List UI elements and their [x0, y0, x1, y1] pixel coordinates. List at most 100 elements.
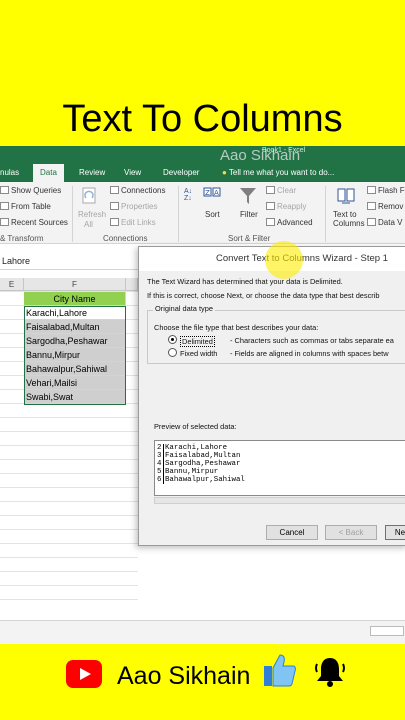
- tab-formulas[interactable]: nulas: [0, 164, 19, 182]
- fixed-width-description: - Fields are aligned in columns with spa…: [230, 349, 389, 358]
- preview-row-number: 6: [157, 476, 164, 484]
- dialog-line-2: If this is correct, choose Next, or choo…: [147, 291, 380, 300]
- svg-text:Z: Z: [205, 189, 210, 197]
- show-queries-label: Show Queries: [11, 186, 62, 195]
- edit-links-icon: [110, 218, 119, 226]
- flash-fill-label: Flash F: [378, 186, 405, 195]
- tab-review[interactable]: Review: [79, 164, 105, 182]
- preview-row-number: 3: [157, 452, 164, 460]
- columns-label: Columns: [333, 219, 365, 228]
- next-button[interactable]: Ne: [385, 525, 405, 540]
- clear-button[interactable]: Clear: [266, 186, 296, 195]
- preview-row: 2 Karachi,Lahore: [157, 444, 227, 452]
- remove-duplicates-icon: [367, 202, 376, 210]
- data-validation-button[interactable]: Data V: [367, 218, 402, 227]
- tab-data[interactable]: Data: [33, 164, 64, 182]
- preview-label: Preview of selected data:: [154, 422, 237, 431]
- tell-me-search[interactable]: ● Tell me what you want to do...: [222, 164, 334, 182]
- delimited-label[interactable]: Delimited: [180, 336, 215, 347]
- city-name-header-cell[interactable]: City Name: [24, 292, 126, 306]
- preview-horizontal-scrollbar[interactable]: [154, 497, 405, 504]
- selection-outline: [24, 306, 126, 405]
- sort-button[interactable]: Sort: [205, 210, 220, 219]
- ribbon-separator: [325, 186, 326, 242]
- youtube-icon: [66, 660, 102, 688]
- ribbon-separator: [72, 186, 73, 242]
- recent-sources-label: Recent Sources: [11, 218, 68, 227]
- advanced-icon: [266, 218, 275, 226]
- preview-row-number: 5: [157, 468, 164, 476]
- table-icon: [0, 202, 9, 210]
- clear-icon: [266, 186, 275, 194]
- show-queries-button[interactable]: Show Queries: [0, 186, 61, 195]
- preview-row: 4 Sargodha,Peshawar: [157, 460, 240, 468]
- advanced-label: Advanced: [277, 218, 313, 227]
- svg-text:A: A: [214, 189, 219, 197]
- refresh-all-button[interactable]: Refresh: [78, 210, 106, 219]
- reapply-label: Reapply: [277, 202, 307, 211]
- text-to-columns-dialog: Convert Text to Columns Wizard - Step 1 …: [138, 241, 405, 546]
- sort-az-button[interactable]: A↓ Z↓: [184, 188, 192, 202]
- column-header-g[interactable]: [126, 278, 138, 291]
- advanced-button[interactable]: Advanced: [266, 218, 313, 227]
- refresh-all-dropdown[interactable]: All: [84, 220, 93, 229]
- filter-button[interactable]: Filter: [240, 210, 258, 219]
- ribbon: Show Queries From Table Recent Sources &…: [0, 182, 405, 244]
- refresh-all-icon: [82, 187, 96, 204]
- remove-duplicates-button[interactable]: Remov: [367, 202, 403, 211]
- properties-icon: [110, 202, 119, 210]
- reapply-icon: [266, 202, 275, 210]
- group-sort-filter: Sort & Filter: [228, 234, 271, 243]
- fixed-width-label[interactable]: Fixed width: [180, 349, 217, 358]
- original-data-type-label: Original data type: [153, 304, 215, 313]
- bell-icon: [315, 658, 345, 687]
- delimited-description: - Characters such as commas or tabs sepa…: [230, 336, 394, 345]
- connections-button[interactable]: Connections: [110, 186, 165, 195]
- text-to-columns-icon: [337, 188, 355, 204]
- tab-developer[interactable]: Developer: [163, 164, 199, 182]
- reapply-button[interactable]: Reapply: [266, 202, 306, 211]
- recent-sources-button[interactable]: Recent Sources: [0, 218, 68, 227]
- group-get-transform: & Transform: [0, 234, 44, 243]
- preview-row: 3 Faisalabad,Multan: [157, 452, 240, 460]
- preview-row-number: 4: [157, 460, 164, 468]
- channel-name: Aao Sikhain: [117, 662, 251, 690]
- horizontal-scrollbar[interactable]: [370, 626, 404, 636]
- group-connections: Connections: [103, 234, 148, 243]
- back-button[interactable]: < Back: [325, 525, 377, 540]
- tab-view[interactable]: View: [124, 164, 141, 182]
- connections-icon: [110, 186, 119, 194]
- data-validation-label: Data V: [378, 218, 403, 227]
- column-header-e[interactable]: E: [0, 278, 24, 291]
- preview-row-text: Sargodha,Peshawar: [165, 460, 241, 468]
- preview-row: 6 Bahawalpur,Sahiwal: [157, 476, 245, 484]
- edit-links-button[interactable]: Edit Links: [110, 218, 156, 227]
- excel-window: Book1 - Excel Aao Sikhain nulas Data Rev…: [0, 146, 405, 644]
- dialog-line-1: The Text Wizard has determined that your…: [147, 277, 343, 286]
- from-table-button[interactable]: From Table: [0, 202, 51, 211]
- cancel-button[interactable]: Cancel: [266, 525, 318, 540]
- cursor-highlight: [265, 241, 303, 279]
- filter-icon: [240, 188, 256, 204]
- flash-fill-button[interactable]: Flash F: [367, 186, 405, 195]
- original-data-type-group: Original data type Choose the file type …: [147, 304, 405, 364]
- preview-row-text: Faisalabad,Multan: [165, 452, 241, 460]
- column-header-f[interactable]: F: [24, 278, 126, 291]
- preview-row-text: Bannu,Mirpur: [165, 468, 219, 476]
- thumbs-up-icon: [264, 654, 296, 687]
- recent-sources-icon: [0, 218, 9, 226]
- ribbon-tabs: Book1 - Excel Aao Sikhain nulas Data Rev…: [0, 146, 405, 182]
- properties-label: Properties: [121, 202, 158, 211]
- preview-row-text: Karachi,Lahore: [165, 444, 228, 452]
- text-to-columns-button[interactable]: Text to Columns: [333, 210, 365, 228]
- clear-label: Clear: [277, 186, 297, 195]
- delimited-radio[interactable]: [168, 335, 177, 344]
- fixed-width-radio[interactable]: [168, 348, 177, 357]
- sort-icon: ZA: [203, 187, 221, 197]
- status-bar: [0, 620, 405, 644]
- text-to-label: Text to: [333, 210, 357, 219]
- preview-row-text: Bahawalpur,Sahiwal: [165, 476, 245, 484]
- banner-title: Text To Columns: [62, 98, 343, 140]
- properties-button[interactable]: Properties: [110, 202, 157, 211]
- tell-me-text: Tell me what you want to do...: [228, 168, 335, 177]
